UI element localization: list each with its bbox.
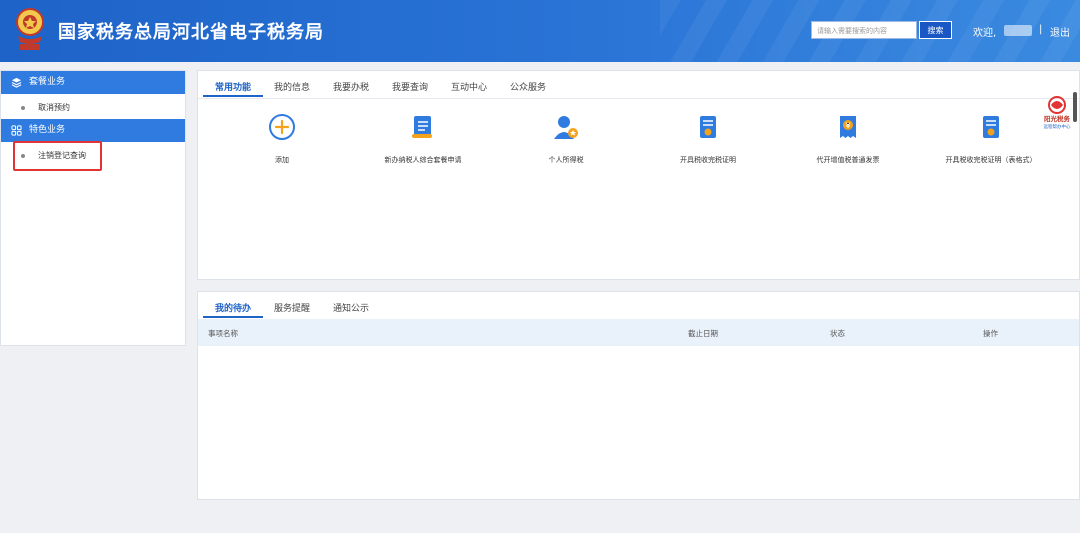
tab-service-reminder[interactable]: 服务提醒 [274,301,310,314]
function-label: 新办纳税人综合套餐申请 [384,156,462,164]
tab-tax-filing[interactable]: 我要办税 [333,80,369,93]
search-input[interactable]: 请输入需要搜索的内容 [811,21,917,39]
tax-emblem-icon [16,8,44,50]
brand-logo-line1: 阳光税务 [1044,114,1071,123]
user-name-masked [1004,25,1032,36]
active-tab-indicator [203,95,263,97]
page-scrollbar[interactable] [1073,92,1077,122]
sidebar-section-label: 套餐业务 [29,77,66,87]
function-label: 添加 [275,156,289,164]
active-tab-indicator [203,316,263,318]
function-vat-invoice[interactable]: 代开增值税普通发票 [783,113,913,165]
function-tax-payment-certificate[interactable]: 开具税收完税证明 [643,113,773,165]
function-label: 开具税收完税证明（表格式） [945,156,1037,164]
function-label: 代开增值税普通发票 [816,156,880,164]
tab-interaction[interactable]: 互动中心 [451,80,487,93]
sidebar-section-package[interactable]: 套餐业务 [1,71,185,94]
certificate-icon [700,116,716,138]
top-header: 国家税务总局河北省电子税务局 请输入需要搜索的内容 搜索 欢迎, | 退出 [0,0,1080,62]
tab-my-todo[interactable]: 我的待办 [215,301,251,314]
plus-circle-icon [269,114,295,140]
function-new-taxpayer-package[interactable]: 新办纳税人综合套餐申请 [358,113,488,165]
person-badge-icon [554,116,578,139]
sidebar: 套餐业务 取消预约 特色业务 注销登记查询 [0,70,186,346]
site-title: 国家税务总局河北省电子税务局 [58,22,324,43]
bullet-icon [21,106,25,110]
header-separator: | [1039,24,1043,35]
function-add[interactable]: 添加 [217,113,347,165]
function-label: 开具税收完税证明 [680,156,736,164]
brand-logo-line2: 远程帮办中心 [1044,123,1071,130]
welcome-text: 欢迎, [973,28,997,39]
search-button[interactable]: 搜索 [919,21,952,39]
sidebar-item-label: 取消预约 [38,103,70,112]
tab-common-functions[interactable]: 常用功能 [215,80,251,93]
logout-link[interactable]: 退出 [1050,24,1070,39]
tab-public-service[interactable]: 公众服务 [510,80,546,93]
sidebar-section-label: 特色业务 [29,125,66,135]
tab-my-info[interactable]: 我的信息 [274,80,310,93]
column-header-item: 事项名称 [208,329,238,338]
highlight-annotation [13,141,102,171]
todo-tabs: 我的待办 服务提醒 通知公示 [198,292,1079,320]
todo-panel: 我的待办 服务提醒 通知公示 事项名称 截止日期 状态 操作 [197,291,1080,500]
column-header-deadline: 截止日期 [688,329,718,338]
sidebar-item-cancel-appointment[interactable]: 取消预约 [1,96,185,119]
function-label: 个人所得税 [548,156,584,164]
document-scroll-icon [412,116,432,138]
function-tax-payment-certificate-table[interactable]: 开具税收完税证明（表格式） [926,113,1056,165]
main-tabs: 常用功能 我的信息 我要办税 我要查询 互动中心 公众服务 [198,71,1079,99]
function-personal-income-tax[interactable]: 个人所得税 [501,113,631,165]
todo-table-header: 事项名称 截止日期 状态 操作 [198,319,1079,346]
tab-query[interactable]: 我要查询 [392,80,428,93]
certificate-form-icon [983,116,999,138]
stack-icon [11,77,22,88]
sidebar-section-special[interactable]: 特色业务 [1,119,185,142]
tab-notices[interactable]: 通知公示 [333,301,369,314]
common-functions-panel: 常用功能 我的信息 我要办税 我要查询 互动中心 公众服务 添加 新办纳税人综合… [197,70,1080,280]
grid-icon [11,125,22,136]
column-header-action: 操作 [983,329,998,338]
column-header-status: 状态 [830,329,845,338]
invoice-icon [840,116,856,138]
brand-logo-icon: 阳光税务 远程帮办中心 [1044,96,1071,130]
